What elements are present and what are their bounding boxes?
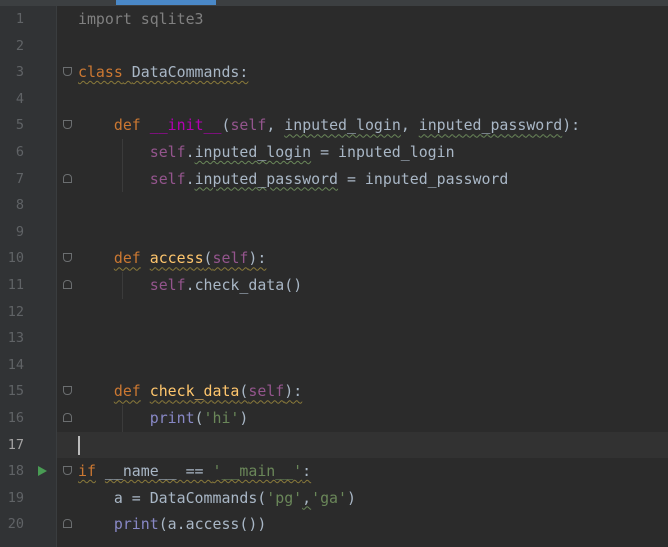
active-tab-indicator[interactable] [116, 0, 216, 5]
current-line-highlight [57, 431, 668, 459]
text-cursor [78, 435, 80, 455]
line-number: 17 [7, 436, 24, 453]
code-line[interactable]: 4 [0, 86, 668, 113]
line-number: 20 [7, 516, 24, 533]
line-number: 13 [7, 330, 24, 347]
line-number: 14 [7, 356, 24, 373]
fold-marker-icon[interactable] [63, 386, 72, 396]
import-statement: import sqlite3 [78, 10, 204, 28]
statement: self.inputed_password = inputed_password [149, 169, 509, 188]
fold-marker-icon[interactable] [63, 519, 72, 529]
line-number: 19 [7, 489, 24, 506]
code-line[interactable]: 12 [0, 299, 668, 326]
code-line[interactable]: 16 print('hi') [0, 404, 668, 432]
fold-marker-icon[interactable] [63, 412, 72, 422]
line-number: 16 [7, 409, 24, 426]
line-number: 15 [7, 383, 24, 400]
code-line-current[interactable]: 17 [0, 431, 668, 459]
line-number: 1 [15, 11, 24, 27]
line-number: 10 [7, 250, 24, 267]
code-line[interactable]: 14 [0, 352, 668, 379]
statement: print('hi') [149, 408, 249, 427]
run-gutter-icon[interactable] [38, 466, 47, 477]
class-definition: class DataCommands: [78, 63, 249, 82]
line-number: 8 [15, 197, 24, 214]
code-line[interactable]: 13 [0, 325, 668, 352]
code-line[interactable]: 20 print(a.access()) [0, 511, 668, 538]
code-line[interactable]: 2 [0, 33, 668, 60]
code-line[interactable]: 10 def access(self): [0, 245, 668, 272]
code-line[interactable]: 9 [0, 219, 668, 246]
method-definition: def access(self): [113, 249, 267, 268]
line-number: 2 [15, 37, 24, 54]
code-line[interactable]: 6 self.inputed_login = inputed_login [0, 138, 668, 166]
line-number: 11 [7, 276, 24, 293]
code-line[interactable]: 3 class DataCommands: [0, 59, 668, 86]
code-line[interactable]: 1 import sqlite3 [0, 6, 668, 33]
statement: a = DataCommands('pg','ga') [78, 488, 356, 507]
code-line[interactable]: 11 self.check_data() [0, 271, 668, 299]
statement: print(a.access()) [113, 515, 267, 534]
line-number: 7 [15, 170, 24, 187]
statement: self.inputed_login = inputed_login [149, 142, 455, 161]
code-line[interactable]: 15 def check_data(self): [0, 378, 668, 405]
fold-marker-icon[interactable] [63, 279, 72, 289]
statement: self.check_data() [149, 275, 303, 294]
fold-marker-icon[interactable] [63, 67, 72, 77]
line-number: 9 [15, 223, 24, 240]
fold-marker-icon[interactable] [63, 120, 72, 130]
line-number: 12 [7, 303, 24, 320]
line-number: 6 [15, 143, 24, 160]
line-number: 3 [15, 64, 24, 81]
code-line[interactable]: 18 if __name__ == '__main__': [0, 458, 668, 485]
line-number: 4 [15, 90, 24, 107]
code-editor[interactable]: 1 import sqlite3 2 3 class DataCommands:… [0, 0, 668, 547]
method-definition: def __init__(self, inputed_login, inpute… [113, 116, 581, 135]
fold-marker-icon[interactable] [63, 253, 72, 263]
code-line[interactable]: 19 a = DataCommands('pg','ga') [0, 485, 668, 512]
fold-marker-icon[interactable] [63, 466, 72, 476]
code-line[interactable]: 7 self.inputed_password = inputed_passwo… [0, 165, 668, 193]
line-number: 18 [7, 463, 24, 480]
code-area[interactable]: 1 import sqlite3 2 3 class DataCommands:… [0, 6, 668, 538]
fold-marker-icon[interactable] [63, 173, 72, 183]
main-guard: if __name__ == '__main__': [78, 462, 312, 481]
method-definition: def check_data(self): [113, 382, 303, 401]
code-line[interactable]: 5 def __init__(self, inputed_login, inpu… [0, 112, 668, 139]
code-line[interactable]: 8 [0, 192, 668, 219]
line-number: 5 [15, 117, 24, 134]
line-text: import sqlite3 [78, 6, 204, 33]
